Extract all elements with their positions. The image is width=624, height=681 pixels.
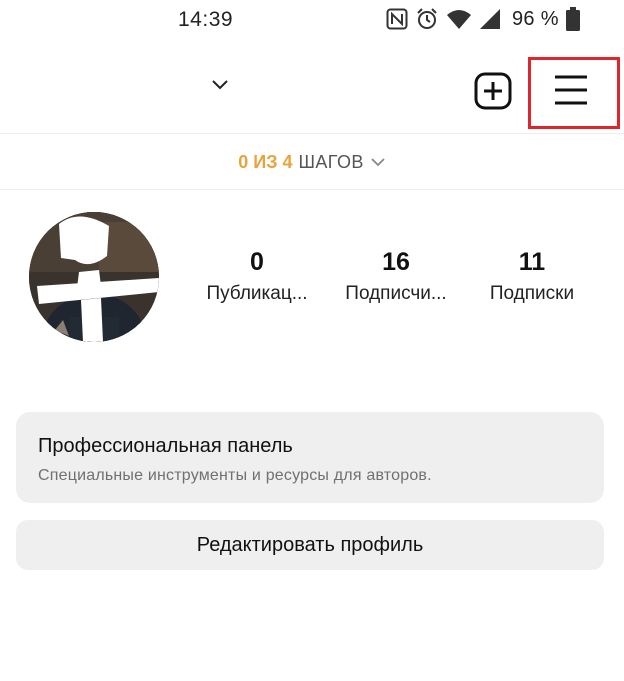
pro-panel-subtitle: Специальные инструменты и ресурсы для ав… — [38, 467, 432, 484]
stat-value: 11 — [518, 248, 546, 276]
stat-label: Публикац... — [206, 283, 308, 304]
signal-icon — [479, 8, 501, 30]
stat-value: 0 — [250, 248, 264, 276]
stat-label: Подписки — [489, 283, 575, 304]
stat-label: Подписчи... — [345, 283, 447, 304]
stat-following[interactable]: 11 Подписки — [470, 246, 594, 308]
nfc-icon — [386, 8, 408, 30]
menu-button[interactable] — [551, 70, 591, 110]
username-switcher[interactable] — [24, 76, 234, 100]
profile-header — [0, 50, 624, 134]
edit-profile-button[interactable]: Редактировать профиль — [16, 520, 604, 570]
avatar[interactable] — [29, 212, 159, 342]
wifi-icon — [446, 8, 472, 30]
professional-dashboard-card[interactable]: Профессиональная панель Специальные инст… — [16, 412, 604, 503]
profile-steps-progress[interactable]: 0 ИЗ 4 ШАГОВ — [0, 135, 624, 190]
create-post-button[interactable] — [473, 71, 513, 111]
status-time: 14:39 — [178, 8, 234, 31]
battery-icon — [565, 7, 580, 31]
profile-stats: 0 Публикац... 16 Подписчи... 11 Подписки — [190, 246, 600, 316]
battery-percent: 96 % — [512, 7, 559, 30]
steps-label: ШАГОВ — [298, 151, 364, 172]
plus-square-icon — [474, 72, 512, 110]
avatar-image — [29, 212, 159, 342]
alarm-icon — [415, 7, 439, 31]
stat-posts[interactable]: 0 Публикац... — [190, 246, 324, 308]
pro-panel-title: Профессиональная панель — [38, 435, 293, 457]
stat-value: 16 — [382, 248, 410, 276]
chevron-down-icon — [370, 154, 386, 172]
stat-followers[interactable]: 16 Подписчи... — [329, 246, 463, 308]
status-bar: 14:39 96 % — [0, 0, 624, 38]
hamburger-menu-icon — [555, 75, 587, 105]
status-icons: 96 % — [386, 6, 580, 32]
steps-count: 0 ИЗ 4 — [238, 151, 293, 172]
chevron-down-icon[interactable] — [211, 78, 229, 96]
